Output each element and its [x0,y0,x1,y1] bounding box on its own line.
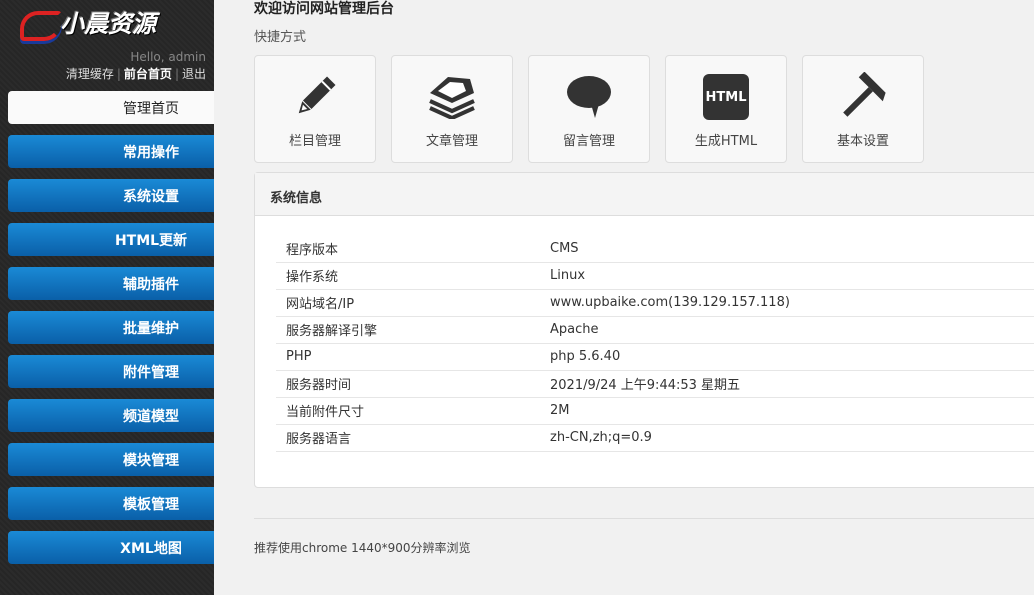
sidebar-item[interactable]: 模板管理 [8,487,214,520]
sidebar-item[interactable]: 附件管理 [8,355,214,388]
info-value: CMS [540,235,1034,263]
info-label: 程序版本 [276,235,540,263]
sidebar-item[interactable]: 常用操作 [8,135,214,168]
shortcut-tile[interactable]: 基本设置 [802,55,924,163]
shortcut-label: 栏目管理 [288,134,341,149]
shortcut-tile[interactable]: HTML 生成HTML [665,55,787,163]
info-value: Linux [540,262,1034,290]
table-row: 操作系统 Linux [276,262,1034,290]
table-row: 服务器时间 2021/9/24 上午9:44:53 星期五 [276,370,1034,398]
shortcut-tile[interactable]: 文章管理 [391,55,513,163]
clear-cache-link[interactable]: 清理缓存 [66,67,114,81]
shortcut-label: 生成HTML [694,134,758,149]
info-value: zh-CN,zh;q=0.9 [540,424,1034,452]
papers-icon [392,72,512,122]
logo: 小晨资源 [18,4,156,41]
table-row: 当前附件尺寸 2M [276,397,1034,425]
info-label: PHP [276,343,540,371]
info-label: 网站域名/IP [276,289,540,317]
user-links: 清理缓存 | 前台首页 | 退出 [65,67,206,81]
html-icon: HTML [666,72,786,122]
shortcut-label: 文章管理 [425,134,478,149]
info-value: www.upbaike.com(139.129.157.118) [540,289,1034,317]
info-value: 2M [540,397,1034,425]
info-label: 服务器语言 [276,424,540,452]
sidebar-item[interactable]: 频道模型 [8,399,214,432]
greeting: Hello, admin [130,50,206,64]
info-label: 服务器解译引擎 [276,316,540,344]
sidebar-item[interactable]: 管理首页 [8,91,214,124]
pencil-icon [255,72,375,122]
info-value: Apache [540,316,1034,344]
info-label: 当前附件尺寸 [276,397,540,425]
system-info-panel: 系统信息 程序版本 CMS 操作系统 Linux 网站域名/IP www.upbaike.… [254,172,1034,488]
table-row: 网站域名/IP www.upbaike.com(139.129.157.118) [276,289,1034,317]
sidebar-item[interactable]: 辅助插件 [8,267,214,300]
sidebar: 小晨资源 Hello, admin 清理缓存 | 前台首页 | 退出 管理首页常用操作系… [0,0,214,595]
info-value: 2021/9/24 上午9:44:53 星期五 [540,370,1034,398]
info-label: 服务器时间 [276,370,540,398]
table-row: 服务器解译引擎 Apache [276,316,1034,344]
page-title: 欢迎访问网站管理后台 [254,1,394,17]
table-row: 程序版本 CMS [276,235,1034,263]
frontend-home-link[interactable]: 前台首页 [124,67,172,81]
info-label: 操作系统 [276,262,540,290]
shortcut-label: 基本设置 [836,134,889,149]
speech-bubble-icon [529,72,649,122]
logout-link[interactable]: 退出 [182,67,206,81]
shortcut-label: 留言管理 [562,134,615,149]
system-info-table: 程序版本 CMS 操作系统 Linux 网站域名/IP www.upbaike.com(1… [276,235,1034,452]
sidebar-item[interactable]: 系统设置 [8,179,214,212]
shortcut-tile[interactable]: 留言管理 [528,55,650,163]
table-row: 服务器语言 zh-CN,zh;q=0.9 [276,424,1034,452]
logo-mark-icon [18,7,62,41]
table-row: PHP php 5.6.40 [276,343,1034,371]
html-icon-text: HTML [703,74,749,120]
footer-note: 推荐使用chrome 1440*900分辨率浏览 [254,518,1034,556]
panel-title: 系统信息 [255,173,1034,216]
shortcuts-label: 快捷方式 [254,30,307,45]
shortcut-tile[interactable]: 栏目管理 [254,55,376,163]
sidebar-item[interactable]: XML地图 [8,531,214,564]
info-value: php 5.6.40 [540,343,1034,371]
hammer-icon [803,72,923,122]
sidebar-item[interactable]: 模块管理 [8,443,214,476]
sidebar-item[interactable]: HTML更新 [8,223,214,256]
sidebar-item[interactable]: 批量维护 [8,311,214,344]
